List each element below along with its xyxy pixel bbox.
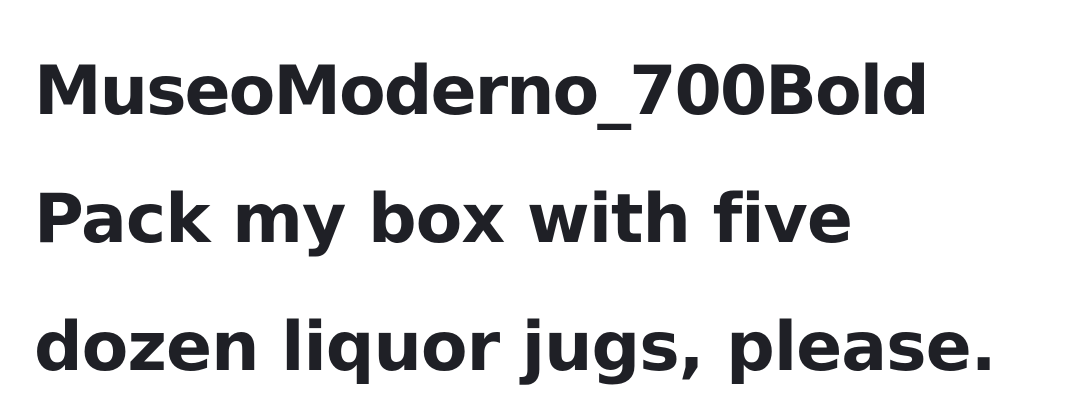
font-name-title: MuseoModerno_700Bold bbox=[34, 52, 930, 131]
pangram-line-1: Pack my box with five bbox=[34, 180, 853, 259]
pangram-line-2: dozen liquor jugs, please. bbox=[34, 308, 997, 387]
font-specimen: MuseoModerno_700Bold Pack my box with fi… bbox=[34, 28, 1064, 412]
